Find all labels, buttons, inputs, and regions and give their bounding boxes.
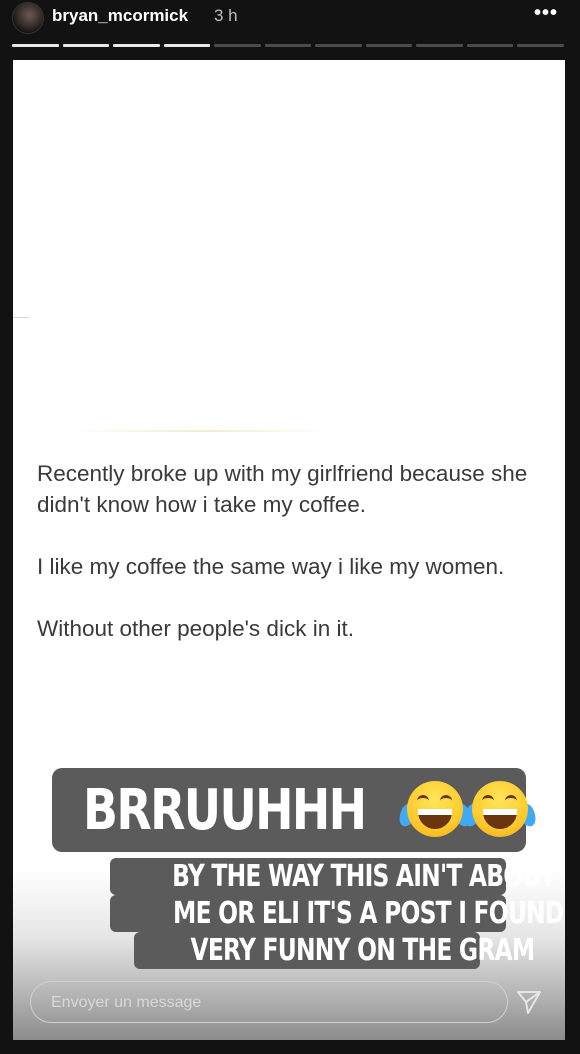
message-input[interactable]	[49, 991, 493, 1015]
post-line: Recently broke up with my girlfriend bec…	[37, 461, 528, 517]
text-sticker-line: ME OR ELI IT'S A POST I FOUND	[110, 895, 564, 932]
progress-segment	[163, 44, 211, 47]
progress-segment	[466, 44, 514, 47]
sticker-text: ME OR ELI IT'S A POST I FOUND	[173, 896, 564, 931]
progress-segment	[315, 44, 362, 47]
more-icon[interactable]: •••	[534, 2, 558, 25]
screenshot-post-text: Recently broke up with my girlfriend bec…	[37, 458, 557, 644]
progress-segment	[12, 44, 59, 47]
text-sticker-line: BY THE WAY THIS AIN'T ABOUT	[110, 858, 557, 895]
sticker-text: BY THE WAY THIS AIN'T ABOUT	[172, 859, 556, 894]
progress-segment	[416, 44, 463, 47]
progress-segment	[62, 44, 110, 47]
sticker-text: VERY FUNNY ON THE GRAM	[190, 933, 536, 968]
sticker-text: BRRUUHHH	[83, 777, 367, 843]
face-with-tears-of-joy-icon	[396, 777, 475, 843]
post-time: 3 h	[214, 6, 238, 25]
progress-segment	[214, 44, 261, 47]
avatar[interactable]	[12, 2, 44, 34]
text-sticker-big: BRRUUHHH	[52, 768, 540, 852]
post-line: I like my coffee the same way i like my …	[37, 554, 505, 579]
divider	[73, 430, 333, 432]
text-sticker-line: VERY FUNNY ON THE GRAM	[134, 932, 535, 969]
post-line: Without other people's dick in it.	[37, 616, 354, 641]
divider	[13, 317, 29, 318]
progress-segment	[264, 44, 312, 47]
face-with-tears-of-joy-icon	[460, 777, 540, 843]
story-header: bryan_mcormick 3 h •••	[0, 0, 580, 58]
send-icon[interactable]	[515, 988, 543, 1016]
story-progress-bar	[12, 44, 565, 47]
progress-segment	[365, 44, 413, 47]
username[interactable]: bryan_mcormick	[52, 6, 188, 26]
progress-segment	[113, 44, 160, 47]
reply-message-bar[interactable]	[30, 981, 508, 1023]
progress-segment	[517, 44, 565, 47]
